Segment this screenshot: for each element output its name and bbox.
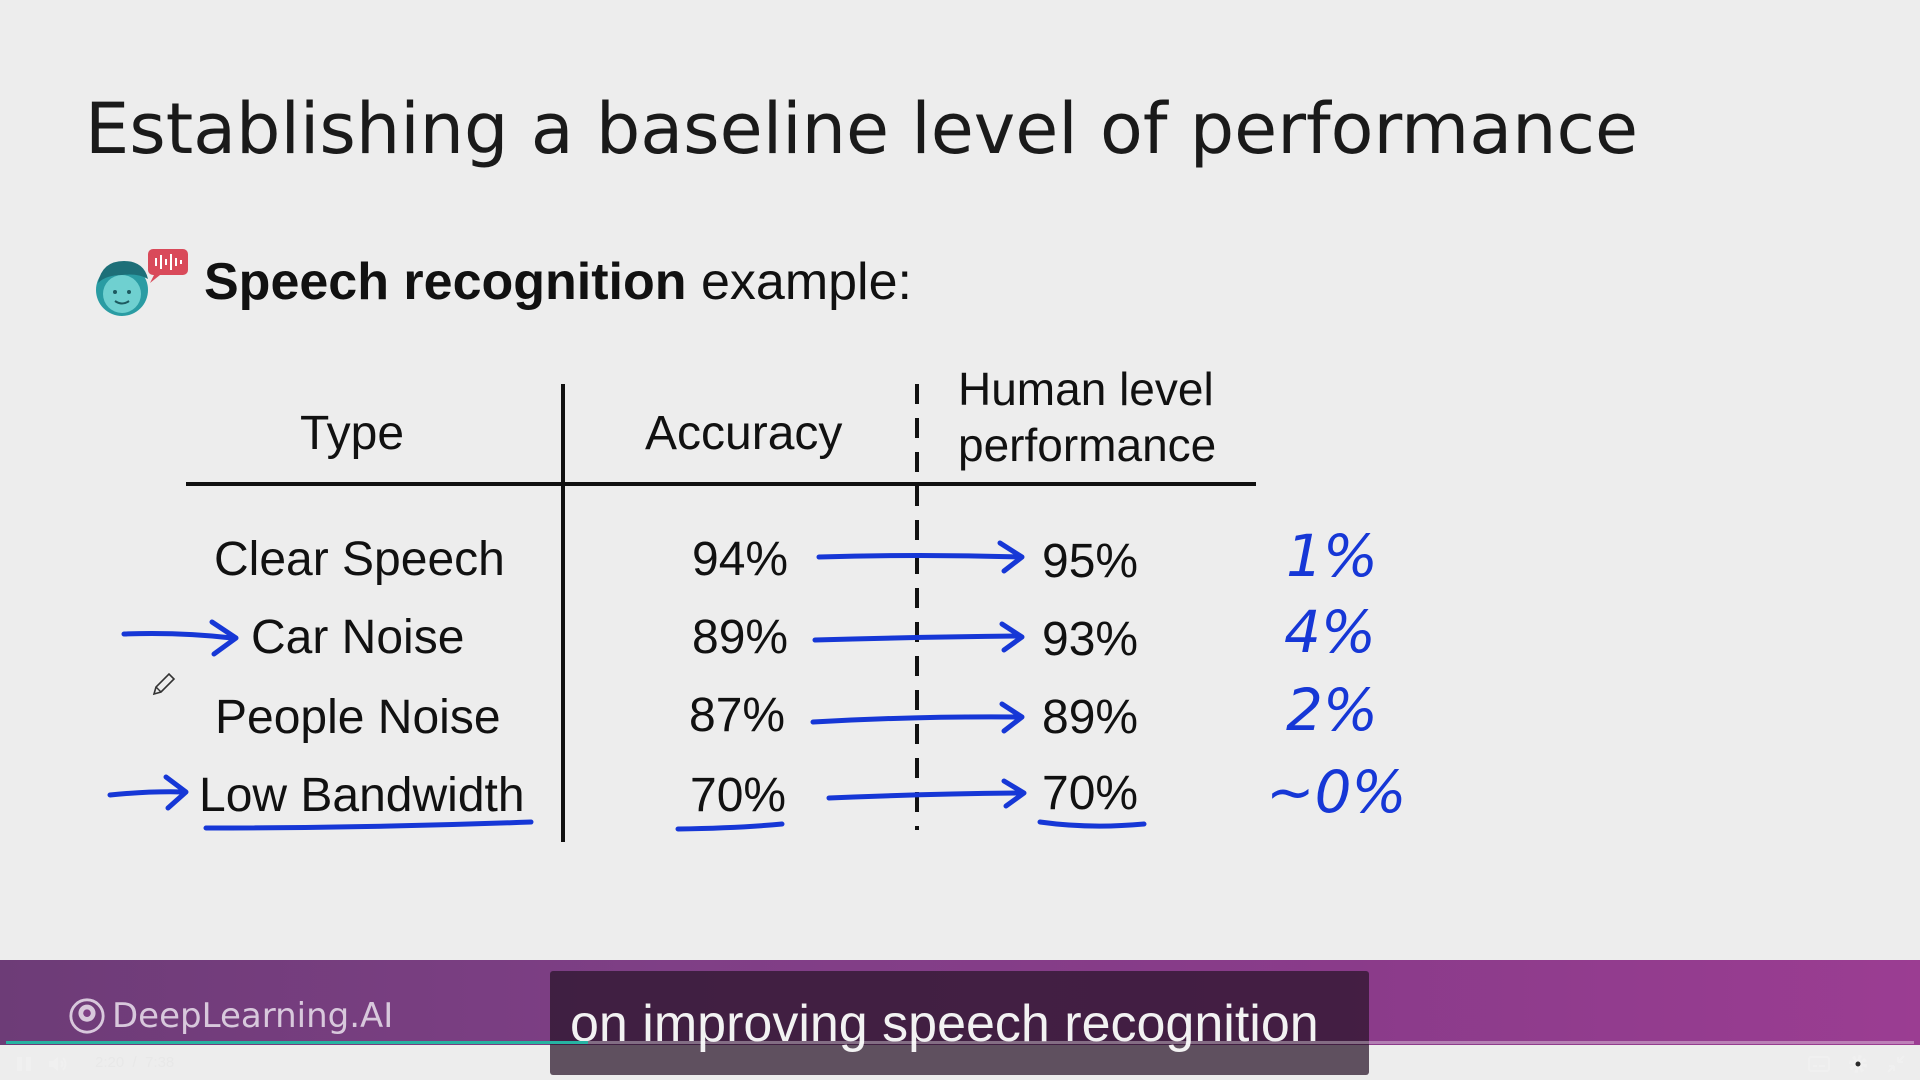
arrow-line [826,790,1025,801]
underline [675,821,785,832]
deeplearning-logo-icon [69,998,105,1034]
underline [203,819,534,831]
arrow-line [810,714,1023,725]
gap-note: ~0% [1266,758,1407,826]
slide: Establishing a baseline level of perform… [0,0,1920,960]
time-display: 2:20 / 7:38 [95,1054,174,1071]
handwritten-annotations [107,540,1147,832]
brand-watermark: DeepLearning.AI [68,996,393,1036]
arrow-line [812,633,1023,643]
gap-note: 4% [1284,598,1377,666]
gap-note: 2% [1286,676,1379,744]
caption-text: on improving speech recognition [570,995,1319,1053]
gear-icon[interactable] [1846,1052,1870,1076]
current-time: 2:20 [95,1054,125,1071]
exit-fullscreen-icon[interactable] [1884,1052,1908,1076]
brand-name: DeepLearning.AI [112,996,394,1036]
pen-cursor-icon [152,672,176,696]
gap-note: 1% [1286,522,1379,590]
captions-icon[interactable] [1807,1052,1831,1076]
arrow-line [816,553,1023,560]
progress-fill [6,1041,588,1044]
underline [1037,819,1147,829]
arrow-line [107,789,187,798]
arrow-line [121,631,235,641]
volume-icon[interactable] [46,1052,70,1076]
duration: 7:38 [145,1054,175,1071]
pause-icon[interactable] [12,1052,36,1076]
time-separator: / [132,1054,137,1071]
